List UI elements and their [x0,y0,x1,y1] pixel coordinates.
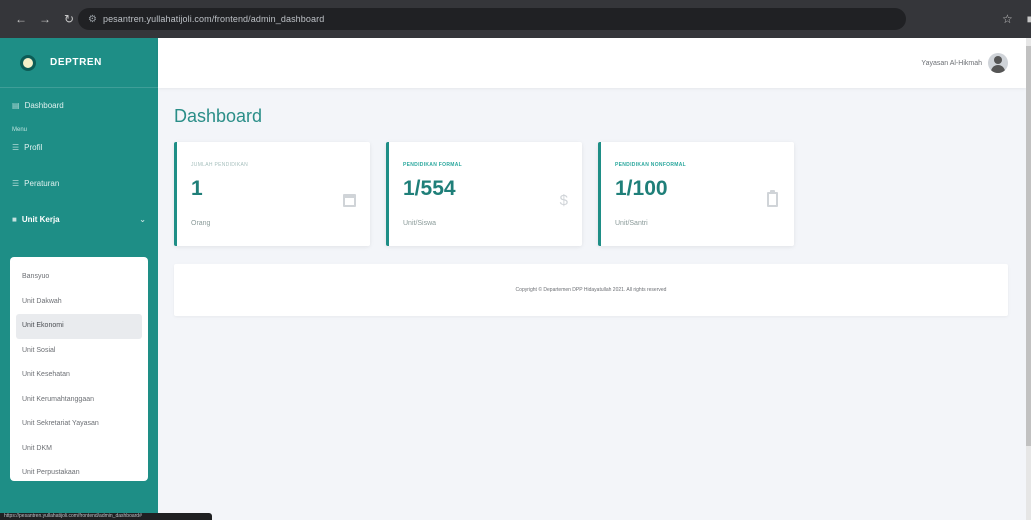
card-value: 1/554 [403,177,456,200]
browser-nav: ← → ↻ [0,12,78,26]
brand-name: DEPTREN [50,57,102,68]
card-label: PENDIDIKAN FORMAL [403,162,462,168]
scrollbar-thumb[interactable] [1026,46,1031,446]
dollar-icon: $ [559,192,568,209]
list-icon: ☰ [12,142,20,152]
page: DEPTREN ▤ Dashboard Menu ☰ Profil ☰ Pera… [0,38,1026,520]
sidebar-item-label: Dashboard [24,100,64,110]
folder-icon: ■ [12,214,17,224]
back-arrow-icon[interactable]: ← [12,12,30,26]
sidebar-item-label: Peraturan [24,178,60,188]
card-value: 1 [191,177,203,200]
sidebar: DEPTREN ▤ Dashboard Menu ☰ Profil ☰ Pera… [0,38,158,520]
sidebar-item-label: Profil [24,142,43,152]
page-title: Dashboard [174,106,263,126]
avatar[interactable] [988,53,1008,73]
stat-card-nonformal: PENDIDIKAN NONFORMAL 1/100 Unit/Santri [598,142,794,246]
browser-status-bar: https://pesantren.yullahatijoli.com/fron… [0,513,212,520]
dashboard-icon: ▤ [12,100,20,110]
card-label: PENDIDIKAN NONFORMAL [615,162,686,168]
card-unit: Orang [191,220,211,227]
calendar-icon [343,194,356,207]
submenu-item[interactable]: Unit Dakwah [16,290,142,315]
card-value: 1/100 [615,177,668,200]
copyright-text: Copyright © Departemen DPP Hidayatullah … [515,287,667,293]
stat-card-formal: PENDIDIKAN FORMAL 1/554 Unit/Siswa $ [386,142,582,246]
card-label: JUMLAH PENDIDIKAN [191,162,249,168]
unit-kerja-submenu: Bansyuo Unit Dakwah Unit Ekonomi Unit So… [10,257,148,481]
footer: Copyright © Departemen DPP Hidayatullah … [174,264,1008,316]
sidebar-item-label: Unit Kerja [21,214,60,224]
submenu-item[interactable]: Bansyuo [16,265,142,290]
sidebar-item-dashboard[interactable]: ▤ Dashboard [0,94,158,116]
card-unit: Unit/Santri [615,220,648,227]
url-text: pesantren.yullahatijoli.com/frontend/adm… [102,14,325,24]
sidebar-item-peraturan[interactable]: ☰ Peraturan [0,172,158,194]
card-unit: Unit/Siswa [403,220,437,227]
browser-actions: ☆ ■ ● [906,12,1031,26]
submenu-item[interactable]: Unit Sosial [16,339,142,364]
sidebar-item-profil[interactable]: ☰ Profil [0,136,158,158]
submenu-item[interactable]: Unit Kerumahtanggaan [16,388,142,413]
forward-arrow-icon[interactable]: → [36,12,54,26]
scrollbar[interactable] [1026,38,1031,520]
submenu-item[interactable]: Unit Sekretariat Yayasan [16,412,142,437]
stat-card-jumlah: JUMLAH PENDIDIKAN 1 Orang [174,142,370,246]
brand[interactable]: DEPTREN [0,38,158,88]
user-name[interactable]: Yayasan Al-Hikmah [921,60,982,67]
site-info-icon[interactable]: ⚙ [88,14,97,25]
browser-toolbar: ← → ↻ ⚙ pesantren.yullahatijoli.com/fron… [0,0,1031,38]
topbar: Yayasan Al-Hikmah [158,38,1026,88]
extensions-icon[interactable]: ■ [1027,12,1031,26]
sidebar-item-left: ■ Unit Kerja [12,215,60,224]
chevron-down-icon: ⌄ [139,214,146,224]
submenu-item-selected[interactable]: Unit Ekonomi [16,314,142,339]
sidebar-item-unit-kerja[interactable]: ■ Unit Kerja ⌄ [0,208,158,230]
address-bar[interactable]: ⚙ pesantren.yullahatijoli.com/frontend/a… [78,8,906,30]
list-icon: ☰ [12,178,20,188]
sidebar-heading: Menu [12,127,28,133]
reload-icon[interactable]: ↻ [60,12,78,26]
submenu-item[interactable]: Unit DKM [16,437,142,462]
clipboard-icon [767,190,778,207]
submenu-item[interactable]: Unit Kesehatan [16,363,142,388]
bookmark-star-icon[interactable]: ☆ [1002,12,1013,26]
brand-logo-icon [20,54,36,71]
submenu-item[interactable]: Unit Perpustakaan [16,461,142,486]
